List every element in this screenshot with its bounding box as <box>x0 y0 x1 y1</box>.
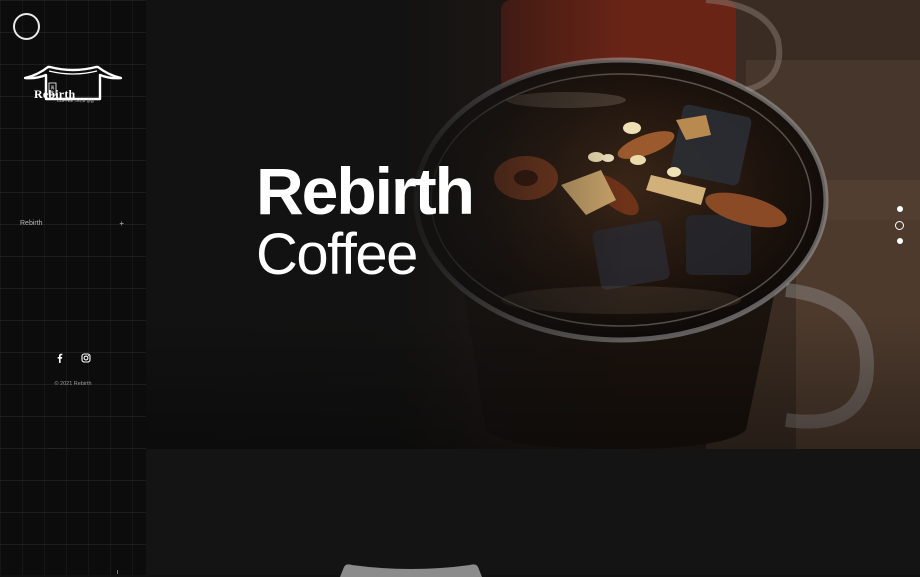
instagram-icon[interactable] <box>80 351 92 363</box>
expand-plus-icon[interactable]: + <box>119 219 124 228</box>
facebook-icon[interactable] <box>54 351 66 363</box>
copyright-text: © 2021 Rebirth <box>54 381 92 387</box>
sidebar-item-label: Rebirth <box>20 220 43 227</box>
menu-circle-icon[interactable] <box>13 13 40 40</box>
slide-dot-1[interactable] <box>897 206 903 212</box>
slide-pagination <box>894 204 906 248</box>
slide-dot-2-active[interactable] <box>895 221 904 230</box>
footer-fine-print: ······· · · · · · · · <box>48 446 68 450</box>
logo-subtitle: COFFEE 그리고 빵집 <box>57 98 94 103</box>
hanok-roof-logo-icon <box>340 564 482 577</box>
hero-subtitle: Coffee <box>256 222 418 287</box>
sidebar-item-rebirth[interactable]: Rebirth + <box>20 219 124 232</box>
about-section: ▬ ▬ ▬ ▬ ▬ ▬ <box>146 449 920 577</box>
section-heading-peek: ▬ ▬ ▬ ▬ ▬ ▬ <box>640 569 790 575</box>
hero-title: Rebirth <box>256 154 475 228</box>
scroll-mark <box>117 570 118 574</box>
sidebar: 再 生 Rebirth COFFEE 그리고 빵집 Rebirth + © 20… <box>0 0 147 575</box>
slide-dot-3[interactable] <box>897 238 903 244</box>
